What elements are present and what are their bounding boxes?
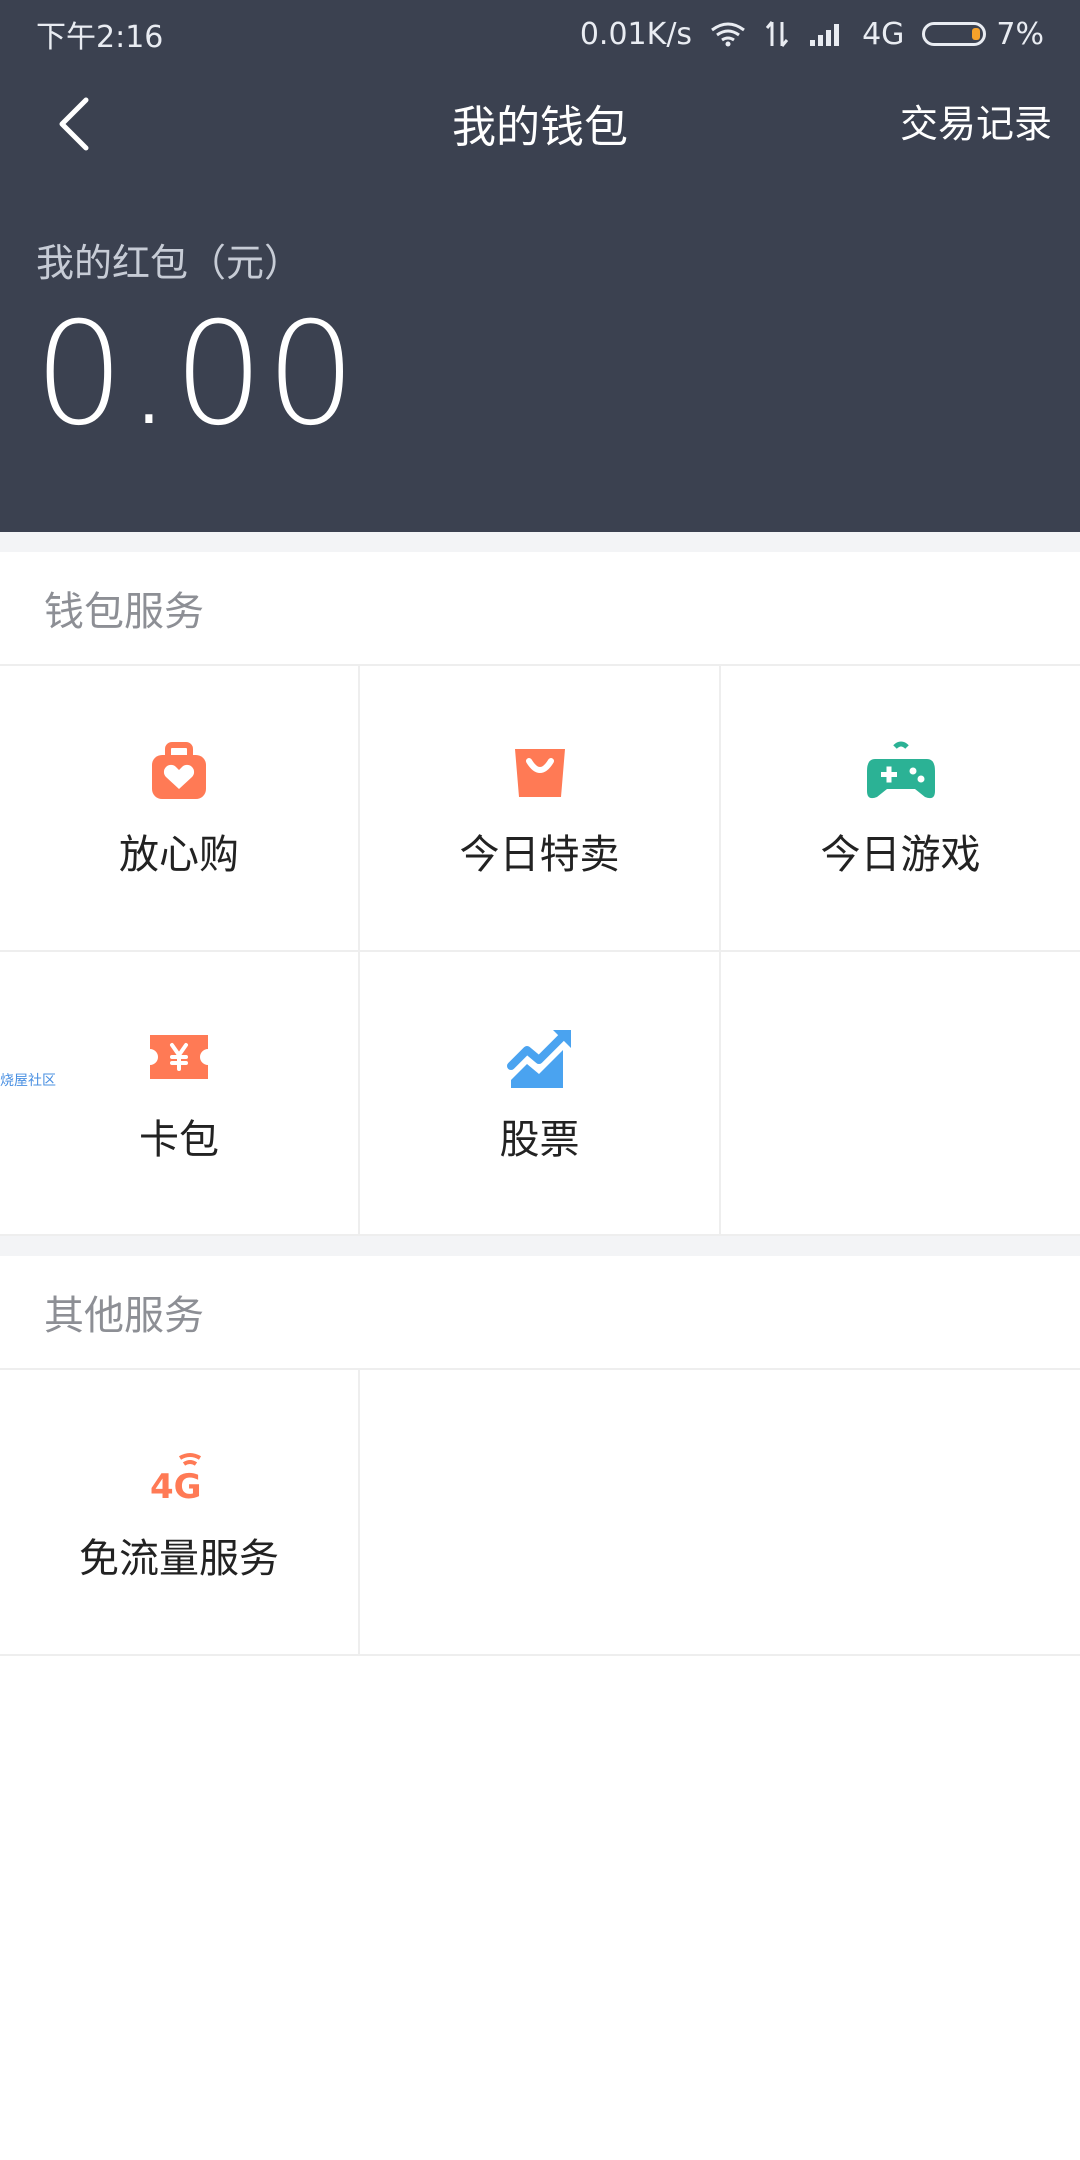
service-card-wallet[interactable]: 卡包 xyxy=(0,950,360,1234)
empty-grid-cell xyxy=(360,1370,1080,1654)
shopping-bag-icon xyxy=(504,736,576,808)
secure-shopping-icon xyxy=(143,736,215,808)
gamepad-icon xyxy=(865,736,937,808)
balance-value: 0.00 xyxy=(34,292,359,457)
section-gap xyxy=(0,532,1080,552)
signal-icon xyxy=(808,20,844,48)
service-label: 今日特卖 xyxy=(459,832,620,878)
service-label: 免流量服务 xyxy=(79,1536,279,1582)
service-free-data[interactable]: 4G 免流量服务 xyxy=(0,1370,360,1654)
stocks-chart-icon xyxy=(504,1021,576,1093)
side-watermark-text: 烧屋社区 xyxy=(0,1073,56,1089)
status-network: 4G xyxy=(862,16,905,52)
service-secure-shopping[interactable]: 放心购 xyxy=(0,666,360,950)
empty-grid-cell xyxy=(721,950,1080,1234)
battery-icon xyxy=(922,22,987,46)
balance-label: 我的红包（元） xyxy=(36,241,303,285)
transactions-button[interactable]: 交易记录 xyxy=(900,90,1052,150)
service-label: 股票 xyxy=(499,1117,580,1163)
card-ticket-icon xyxy=(143,1021,215,1093)
svg-text:4G: 4G xyxy=(150,1467,202,1504)
battery-indicator: 7% xyxy=(922,17,1044,52)
wallet-services-title: 钱包服务 xyxy=(0,552,1080,666)
data-transfer-icon xyxy=(764,20,790,48)
other-services-title: 其他服务 xyxy=(0,1256,1080,1370)
battery-percentage: 7% xyxy=(996,16,1044,52)
status-speed: 0.01K/s xyxy=(579,16,693,52)
wallet-header: 下午2:16 0.01K/s 4G 7% 我的钱包 交易记录 我的红包（元） 0… xyxy=(0,0,1080,532)
service-stocks[interactable]: 股票 xyxy=(360,950,721,1234)
wifi-icon xyxy=(710,20,746,48)
service-label: 放心购 xyxy=(119,832,239,878)
status-bar: 下午2:16 0.01K/s 4G 7% xyxy=(0,0,1080,68)
service-label: 卡包 xyxy=(139,1117,219,1163)
toolbar: 我的钱包 交易记录 xyxy=(0,68,1080,178)
service-daily-sale[interactable]: 今日特卖 xyxy=(360,666,721,950)
service-label: 今日游戏 xyxy=(820,832,981,878)
other-services-grid: 4G 免流量服务 xyxy=(0,1370,1080,1656)
4g-icon: 4G xyxy=(143,1440,215,1512)
wallet-services-grid: 放心购 今日特卖 今日游戏 卡包 股票 xyxy=(0,666,1080,1236)
section-gap xyxy=(0,1236,1080,1256)
status-time: 下午2:16 xyxy=(36,20,164,55)
service-daily-game[interactable]: 今日游戏 xyxy=(721,666,1080,950)
